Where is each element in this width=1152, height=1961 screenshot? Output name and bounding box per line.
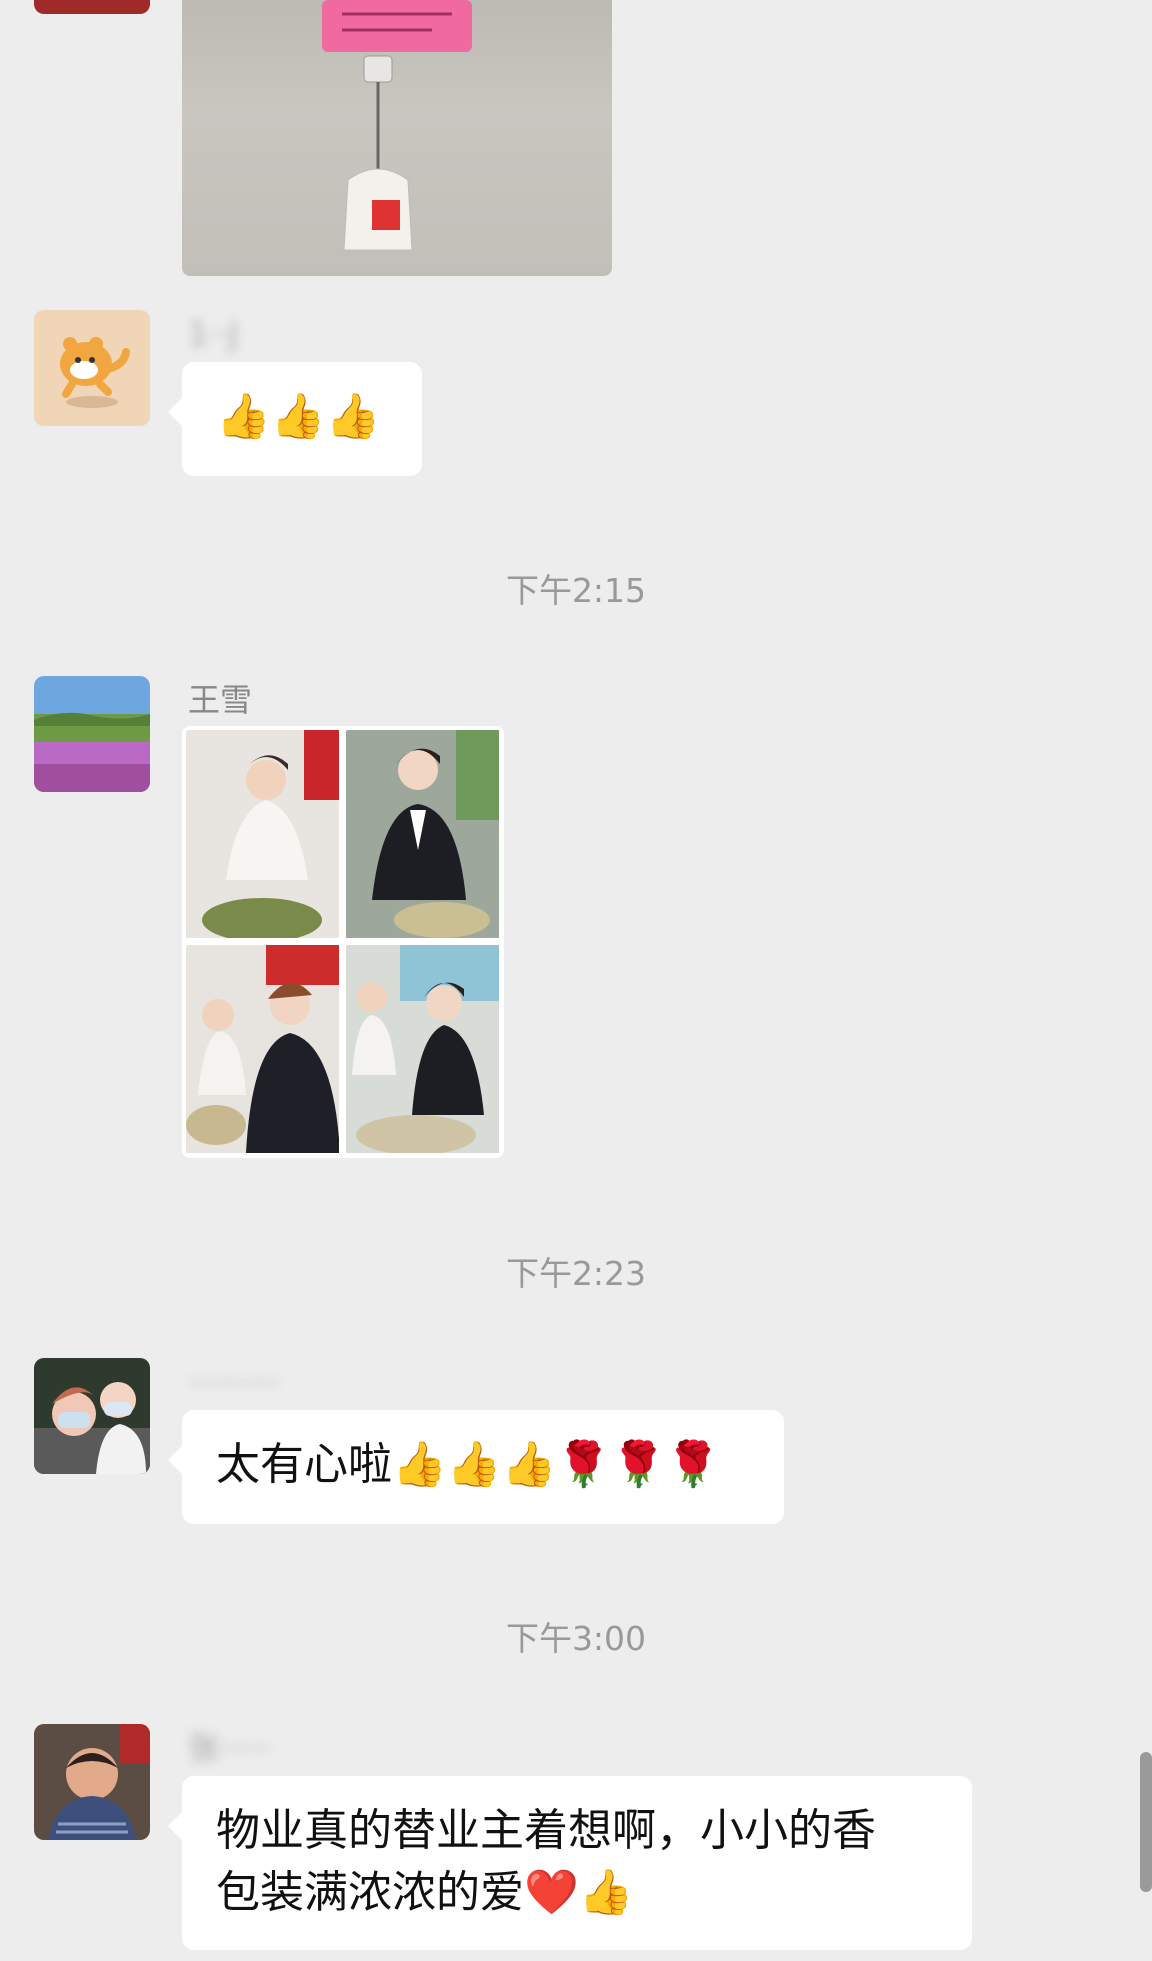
sender-name: 张·····	[188, 1729, 271, 1767]
avatar[interactable]	[34, 1724, 150, 1840]
collage-photo[interactable]	[346, 730, 500, 939]
image-message[interactable]	[182, 0, 612, 276]
collage-photo[interactable]	[186, 945, 340, 1154]
sender-name: ·········	[188, 1363, 280, 1401]
timestamp: 下午3:00	[505, 1619, 647, 1658]
collage-photo[interactable]	[186, 730, 340, 939]
avatar[interactable]	[34, 1358, 150, 1474]
sender-name: 1··J	[188, 315, 239, 353]
timestamp: 下午2:23	[505, 1254, 647, 1293]
collage-photo[interactable]	[346, 945, 500, 1154]
message-bubble[interactable]: 太有心啦👍👍👍🌹🌹🌹	[168, 1410, 784, 1524]
message-bubble[interactable]: 👍👍👍	[168, 362, 422, 476]
image-collage[interactable]	[182, 726, 504, 1158]
avatar[interactable]	[34, 676, 150, 792]
avatar[interactable]	[34, 310, 150, 426]
timestamp: 下午2:15	[505, 571, 647, 610]
chat-window: 1··J 👍👍👍 下午2:15 王雪 下午2:23 ········· 太有心啦…	[0, 0, 1152, 1961]
message-line: 包装满浓浓的爱❤️👍	[216, 1867, 634, 1918]
avatar[interactable]	[34, 0, 150, 14]
scrollbar[interactable]	[1140, 1752, 1152, 1892]
message-line: 物业真的替业主着想啊，小小的香	[216, 1805, 876, 1856]
sender-name: 王雪	[188, 681, 253, 719]
message-bubble[interactable]: 物业真的替业主着想啊，小小的香 包装满浓浓的爱❤️👍	[168, 1776, 972, 1950]
